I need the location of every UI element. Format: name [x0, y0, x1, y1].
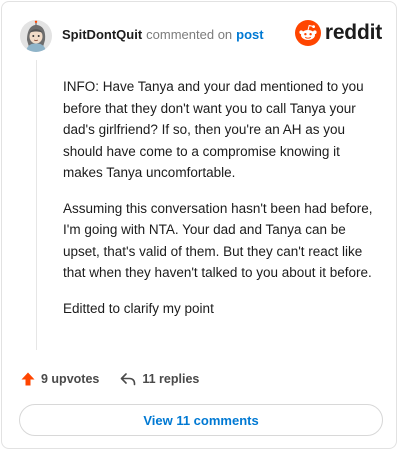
comment-actions: 9 upvotes 11 replies [20, 371, 199, 387]
comment-card: SpitDontQuit commented on post reddit IN… [1, 1, 397, 449]
reddit-brand[interactable]: reddit [294, 20, 382, 46]
reddit-logo-icon [294, 20, 321, 46]
upvote-arrow-icon [20, 371, 36, 387]
comment-header: SpitDontQuit commented on post [20, 18, 264, 54]
replies-button[interactable]: 11 replies [119, 371, 199, 387]
post-link[interactable]: post [236, 27, 263, 43]
reply-arrow-icon [119, 371, 137, 387]
reddit-wordmark: reddit [324, 21, 382, 44]
username-link[interactable]: SpitDontQuit [62, 27, 142, 43]
comment-meta: SpitDontQuit commented on post [62, 27, 264, 43]
thread-line [36, 60, 37, 350]
comment-body: INFO: Have Tanya and your dad mentioned … [63, 76, 383, 333]
avatar-icon[interactable] [20, 20, 52, 52]
replies-count: 11 replies [142, 372, 200, 386]
view-comments-button[interactable]: View 11 comments [19, 404, 383, 436]
upvote-button[interactable]: 9 upvotes [20, 371, 99, 387]
upvote-count: 9 upvotes [41, 372, 100, 386]
action-text: commented on [146, 27, 233, 42]
comment-paragraph: INFO: Have Tanya and your dad mentioned … [63, 79, 364, 180]
comment-paragraph: Editted to clarify my point [63, 300, 214, 316]
comment-paragraph: Assuming this conversation hasn't been h… [63, 200, 373, 281]
